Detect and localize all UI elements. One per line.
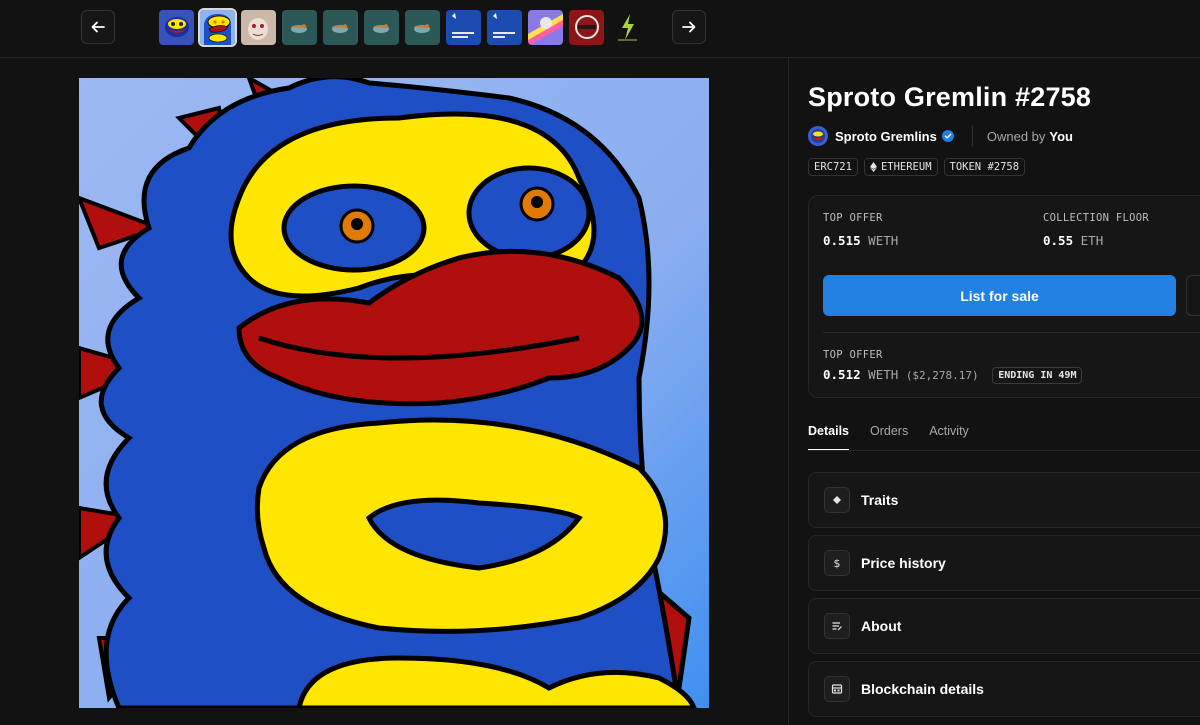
tab-orders[interactable]: Orders [870, 424, 908, 451]
blockchain-details-section[interactable]: Blockchain details [808, 661, 1200, 717]
detail-tabs: Details Orders Activity [808, 424, 969, 451]
collection-avatar[interactable] [808, 126, 828, 146]
price-history-label: Price history [861, 555, 946, 571]
second-offer-label: TOP OFFER [823, 349, 883, 361]
top-offer-amount: 0.515 [823, 233, 861, 248]
blockchain-icon [824, 676, 850, 702]
svg-text:$: $ [834, 557, 841, 569]
thumbnail[interactable] [282, 10, 317, 45]
ethereum-icon [869, 162, 877, 172]
offer-card: TOP OFFER 0.515 WETH COLLECTION FLOOR 0.… [808, 195, 1200, 398]
arrow-left-icon [91, 21, 105, 33]
thumbnail[interactable] [241, 10, 276, 45]
chain-badge: ETHEREUM [863, 158, 938, 176]
thumbnail[interactable] [405, 10, 440, 45]
thumbnail-list [159, 8, 645, 47]
item-carousel [0, 0, 1200, 58]
tabs-underline [808, 450, 1200, 451]
prev-item-button[interactable] [81, 10, 115, 44]
token-id-badge: TOKEN #2758 [943, 158, 1026, 176]
dollar-icon: $ [824, 550, 850, 576]
meta-separator [971, 126, 973, 146]
thumbnail[interactable] [364, 10, 399, 45]
second-offer-usd: ($2,278.17) [905, 369, 979, 382]
tab-activity[interactable]: Activity [929, 424, 969, 451]
about-label: About [861, 618, 902, 634]
blockchain-details-label: Blockchain details [861, 681, 984, 697]
next-item-button[interactable] [672, 10, 706, 44]
owned-by-label: Owned by [986, 128, 1046, 144]
list-for-sale-button[interactable]: List for sale [823, 275, 1176, 316]
thumbnail[interactable] [323, 10, 358, 45]
traits-label: Traits [861, 492, 899, 508]
nft-artwork-image[interactable] [79, 78, 709, 708]
collection-floor-value: 0.55 ETH [1043, 233, 1103, 248]
diamond-icon [824, 487, 850, 513]
item-meta: Sproto Gremlins Owned by You [808, 125, 1073, 147]
token-badges: ERC721 ETHEREUM TOKEN #2758 [808, 158, 1026, 176]
floor-unit: ETH [1080, 233, 1104, 248]
thumbnail[interactable] [528, 10, 563, 45]
thumbnail[interactable] [569, 10, 604, 45]
collection-floor-label: COLLECTION FLOOR [1043, 212, 1149, 224]
floor-amount: 0.55 [1043, 233, 1074, 248]
second-offer-unit: WETH [868, 367, 899, 382]
item-title: Sproto Gremlin #2758 [808, 82, 1092, 112]
arrow-right-icon [682, 21, 696, 33]
collection-name-link[interactable]: Sproto Gremlins [835, 129, 937, 144]
top-offer-value: 0.515 WETH [823, 233, 898, 248]
top-offer-unit: WETH [868, 233, 899, 248]
verified-badge-icon [941, 130, 954, 142]
traits-section[interactable]: Traits [808, 472, 1200, 528]
thumbnail[interactable] [487, 10, 522, 45]
more-options-button[interactable] [1186, 275, 1200, 316]
second-offer-value: 0.512 WETH ($2,278.17) ENDING IN 49M [823, 367, 1083, 384]
second-offer-amount: 0.512 [823, 367, 861, 382]
thumbnail[interactable] [159, 10, 194, 45]
thumbnail-selected[interactable] [198, 8, 237, 47]
description-icon [824, 613, 850, 639]
price-history-section[interactable]: $ Price history [808, 535, 1200, 591]
about-section[interactable]: About [808, 598, 1200, 654]
thumbnail[interactable] [610, 10, 645, 45]
top-offer-label: TOP OFFER [823, 212, 883, 224]
thumbnail[interactable] [446, 10, 481, 45]
offer-ending-badge: ENDING IN 49M [992, 367, 1083, 384]
owner-link[interactable]: You [1049, 129, 1073, 144]
chain-badge-label: ETHEREUM [880, 161, 932, 173]
card-divider [823, 332, 1200, 333]
panel-divider [788, 58, 789, 725]
tab-details[interactable]: Details [808, 424, 849, 451]
token-standard-badge: ERC721 [808, 158, 858, 176]
